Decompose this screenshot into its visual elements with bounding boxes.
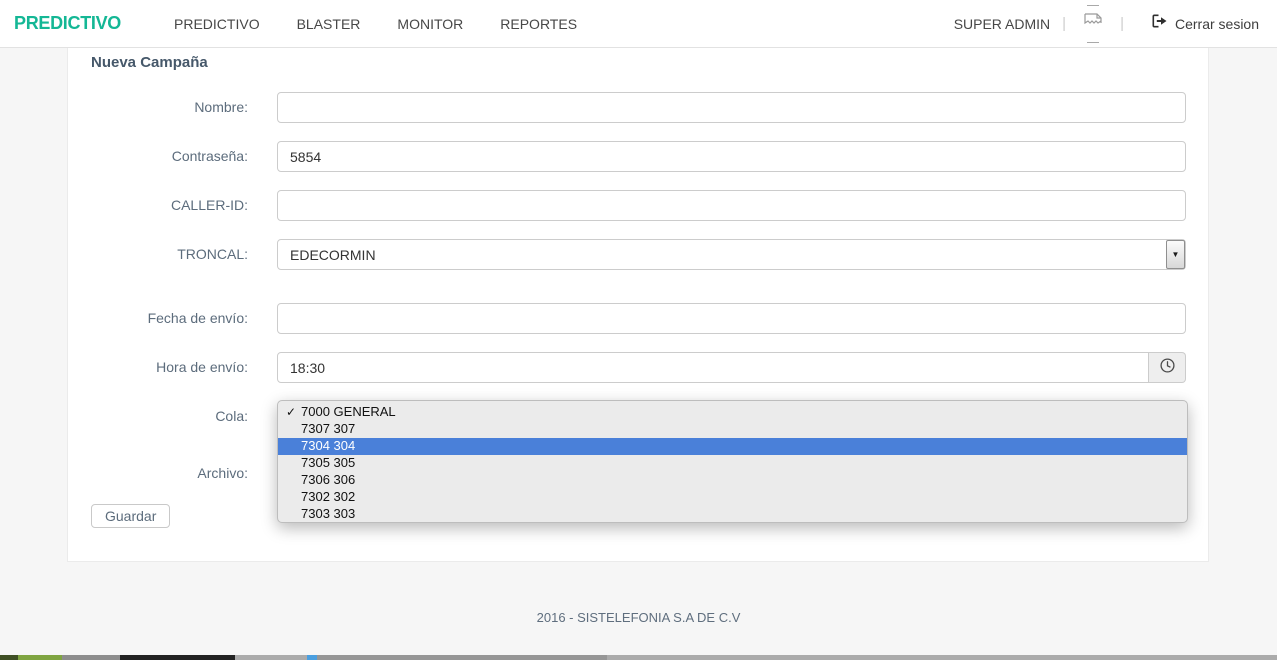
fecha-label: Fecha de envío:	[68, 310, 248, 326]
page: PREDICTIVO PREDICTIVO BLASTER MONITOR RE…	[0, 0, 1277, 660]
nombre-label: Nombre:	[68, 99, 248, 115]
nombre-input[interactable]	[277, 92, 1186, 123]
hora-input[interactable]	[277, 352, 1149, 383]
dropdown-option[interactable]: ✓ 7000 GENERAL	[278, 404, 1187, 421]
dropdown-option[interactable]: 7303 303	[278, 506, 1187, 523]
troncal-selected-value: EDECORMIN	[290, 247, 376, 263]
nav-item-predictivo[interactable]: PREDICTIVO	[174, 16, 260, 32]
nav-item-monitor[interactable]: MONITOR	[397, 16, 463, 32]
cola-label: Cola:	[68, 408, 248, 424]
dropdown-option[interactable]: 7302 302	[278, 489, 1187, 506]
navbar-right: SUPER ADMIN | |	[954, 4, 1259, 44]
sliver-block	[0, 655, 18, 660]
dropdown-option-label: 7302 302	[301, 489, 355, 504]
brand-logo[interactable]: PREDICTIVO	[14, 13, 121, 34]
logout-label: Cerrar sesion	[1175, 16, 1259, 32]
broken-image-icon	[1084, 13, 1103, 35]
chevron-down-icon: ▼	[1166, 240, 1185, 269]
dropdown-option-label: 7307 307	[301, 421, 355, 436]
sliver-block	[120, 655, 235, 660]
sliver-block	[18, 655, 62, 660]
nav-item-reportes[interactable]: REPORTES	[500, 16, 577, 32]
dropdown-option[interactable]: 7304 304	[278, 438, 1187, 455]
troncal-label: TRONCAL:	[68, 246, 248, 262]
clock-icon	[1160, 358, 1175, 378]
new-campaign-panel: Nueva Campaña Nombre: Contraseña: CALLER…	[67, 48, 1209, 562]
caller-id-input[interactable]	[277, 190, 1186, 221]
hora-label: Hora de envío:	[68, 359, 248, 375]
sliver-block	[62, 655, 120, 660]
broken-image-border	[1087, 42, 1099, 43]
logout-icon	[1152, 14, 1167, 33]
broken-image-border	[1087, 5, 1099, 6]
dropdown-option[interactable]: 7307 307	[278, 421, 1187, 438]
navbar: PREDICTIVO PREDICTIVO BLASTER MONITOR RE…	[0, 0, 1277, 48]
dropdown-option-label: 7304 304	[301, 438, 355, 453]
fecha-input[interactable]	[277, 303, 1186, 334]
sliver-block	[317, 655, 607, 660]
user-name: SUPER ADMIN	[954, 16, 1050, 32]
dropdown-option-label: 7303 303	[301, 506, 355, 521]
caller-id-label: CALLER-ID:	[68, 197, 248, 213]
footer-copyright: 2016 - SISTELEFONIA S.A DE C.V	[0, 610, 1277, 625]
dropdown-option-label: 7306 306	[301, 472, 355, 487]
dropdown-option-label: 7000 GENERAL	[301, 404, 396, 419]
dropdown-option[interactable]: 7306 306	[278, 472, 1187, 489]
divider: |	[1120, 15, 1124, 32]
dropdown-option-label: 7305 305	[301, 455, 355, 470]
check-icon: ✓	[286, 404, 296, 420]
dropdown-option[interactable]: 7305 305	[278, 455, 1187, 472]
logout-button[interactable]: Cerrar sesion	[1152, 14, 1259, 33]
nav-menu: PREDICTIVO BLASTER MONITOR REPORTES	[174, 16, 577, 32]
nav-item-blaster[interactable]: BLASTER	[297, 16, 361, 32]
divider: |	[1062, 15, 1066, 32]
page-title: Nueva Campaña	[91, 54, 208, 71]
archivo-label: Archivo:	[68, 465, 248, 481]
background-window-sliver	[0, 655, 1277, 660]
save-button[interactable]: Guardar	[91, 504, 170, 528]
avatar[interactable]	[1079, 4, 1107, 44]
cola-dropdown: ✓ 7000 GENERAL 7307 307 7304 304 7305 305 730…	[277, 400, 1188, 523]
sliver-block	[307, 655, 317, 660]
contrasena-label: Contraseña:	[68, 148, 248, 164]
contrasena-input[interactable]	[277, 141, 1186, 172]
time-picker-button[interactable]	[1149, 352, 1186, 383]
troncal-select[interactable]: EDECORMIN ▼	[277, 239, 1186, 270]
